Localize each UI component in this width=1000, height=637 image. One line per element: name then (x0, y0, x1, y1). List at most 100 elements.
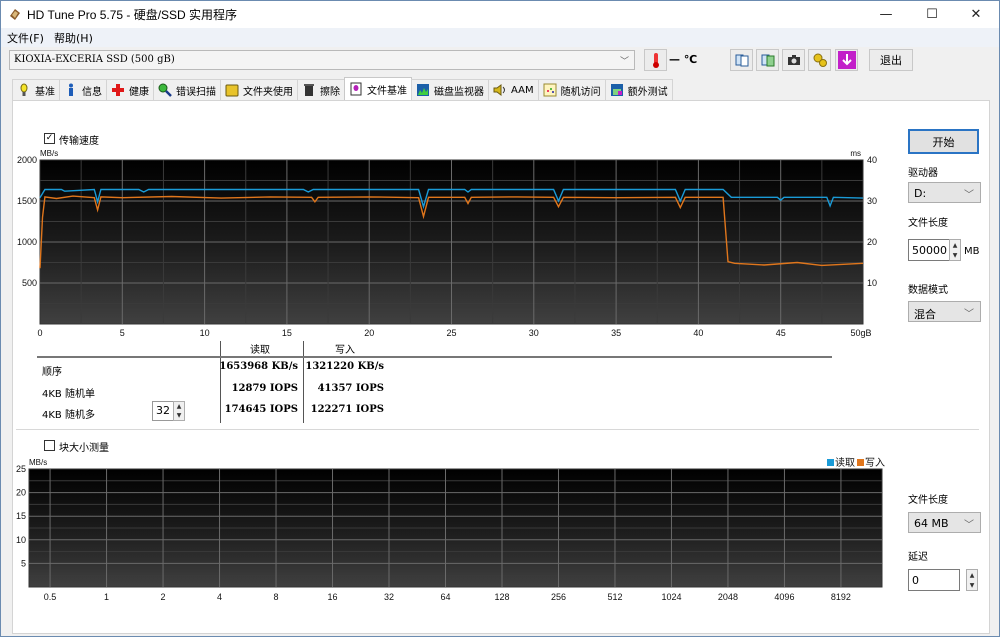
transfer-speed-chart-svg: MB/sms2000150010005004030201005101520253… (13, 101, 893, 341)
tab-benchmark[interactable]: 基准 (12, 79, 60, 100)
legend-write-label: 写入 (865, 457, 885, 469)
menu-file[interactable]: 文件(F) (7, 30, 44, 46)
y-tick-label: 20 (16, 488, 26, 498)
chevron-down-icon: ﹀ (964, 516, 974, 531)
x-tick-label: 64 (440, 592, 450, 602)
data-mode-dropdown[interactable]: 混合 ﹀ (908, 301, 981, 322)
y-tick-label: 15 (16, 511, 26, 521)
x-tick-label: 256 (551, 592, 566, 602)
chevron-down-icon: ﹀ (620, 54, 629, 67)
copy-text-button[interactable] (730, 49, 753, 71)
error-scan-icon (158, 83, 172, 97)
screenshot-button[interactable] (782, 49, 805, 71)
file-length-label: 文件长度 (908, 214, 948, 229)
y-tick-label: 10 (16, 535, 26, 545)
tab-label: 额外测试 (628, 83, 668, 98)
exit-button[interactable]: 退出 (869, 49, 913, 71)
tab-aam[interactable]: AAM (488, 79, 539, 100)
minimize-button[interactable]: — (863, 1, 909, 28)
tab-bar: 基准 信息 健康 错误扫描 文件夹使用 擦除 文件基准 磁盘监视器 (12, 79, 672, 101)
table-col-divider (303, 341, 304, 423)
maximize-button[interactable]: ☐ (909, 1, 955, 28)
y-tick-label: 500 (22, 278, 37, 288)
copy-screenshot-button[interactable] (756, 49, 779, 71)
chevron-down-icon: ﹀ (964, 186, 974, 201)
drive-dropdown-value: D: (914, 187, 926, 200)
table-col-divider (220, 341, 221, 423)
x-tick-label: 2048 (718, 592, 738, 602)
start-button[interactable]: 开始 (908, 129, 979, 154)
legend-read-swatch (827, 459, 834, 466)
copy-text-icon (735, 53, 749, 67)
y-axis-unit-label: MB/s (29, 458, 47, 467)
save-button[interactable] (835, 49, 858, 71)
block-size-chart-svg: 0.51248163264128256512102420484096819225… (13, 441, 893, 611)
tab-label: 文件夹使用 (243, 83, 293, 98)
x-tick-label: 20 (364, 328, 374, 338)
extra-tests-icon (610, 83, 624, 97)
tab-label: 信息 (82, 83, 102, 98)
x-tick-label: 10 (200, 328, 210, 338)
close-button[interactable]: ✕ (953, 1, 999, 28)
delay-input[interactable]: 0 (908, 569, 960, 591)
tab-label: 基准 (35, 83, 55, 98)
save-icon (838, 51, 856, 69)
transfer-speed-chart: MB/sms2000150010005004030201005101520253… (13, 101, 893, 341)
delay-stepper[interactable]: ▲▼ (966, 569, 978, 591)
x-tick-label: 40 (693, 328, 703, 338)
erase-icon (302, 83, 316, 97)
4kb-single-read-value: 12879 IOPS (232, 383, 298, 394)
tab-file-benchmark[interactable]: 文件基准 (344, 77, 412, 100)
menu-help[interactable]: 帮助(H) (54, 30, 93, 46)
tab-erase[interactable]: 擦除 (297, 79, 345, 100)
sequential-write-value: 1321220 KB/s (305, 361, 384, 372)
queue-depth-stepper[interactable]: ▲▼ (173, 401, 185, 421)
drive-label: 驱动器 (908, 164, 938, 179)
file-benchmark-icon (349, 82, 363, 96)
x-tick-label: 4 (217, 592, 222, 602)
drive-dropdown[interactable]: D: ﹀ (908, 182, 981, 203)
row-label-sequential: 顺序 (42, 363, 62, 378)
tab-random-access[interactable]: 随机访问 (538, 79, 606, 100)
queue-depth-input[interactable]: 32 (152, 401, 174, 421)
app-window: HD Tune Pro 5.75 - 硬盘/SSD 实用程序 — ☐ ✕ 文件(… (0, 0, 1000, 637)
tab-folder-usage[interactable]: 文件夹使用 (220, 79, 298, 100)
y-tick-label: 25 (16, 464, 26, 474)
title-bar: HD Tune Pro 5.75 - 硬盘/SSD 实用程序 — ☐ ✕ (1, 1, 999, 28)
x-tick-label: 5 (120, 328, 125, 338)
data-mode-label: 数据模式 (908, 281, 948, 296)
tab-label: 文件基准 (367, 82, 407, 97)
column-header-write: 写入 (335, 341, 355, 356)
block-file-length-dropdown[interactable]: 64 MB ﹀ (908, 512, 981, 533)
copy-screenshot-icon (761, 53, 775, 67)
tab-health[interactable]: 健康 (106, 79, 154, 100)
options-button[interactable] (808, 49, 831, 71)
tab-label: AAM (511, 85, 534, 96)
x-tick-label: 0 (37, 328, 42, 338)
speaker-icon (493, 83, 507, 97)
file-length-stepper[interactable]: ▲▼ (949, 239, 961, 261)
tab-disk-monitor[interactable]: 磁盘监视器 (411, 79, 489, 100)
temperature-button[interactable] (644, 49, 667, 71)
x-tick-label: 8192 (831, 592, 851, 602)
y-tick-label: 1000 (17, 237, 37, 247)
section-divider (16, 429, 979, 430)
file-benchmark-panel: ✓ 传输速度 MB/sms200015001000500403020100510… (12, 100, 990, 634)
thermometer-icon (652, 52, 660, 68)
y2-axis-unit-label: ms (850, 149, 861, 158)
tab-label: 随机访问 (561, 83, 601, 98)
x-tick-label: 16 (328, 592, 338, 602)
drive-select[interactable]: KIOXIA-EXCERIA SSD (500 gB) ﹀ (9, 50, 635, 70)
x-tick-label: 128 (494, 592, 509, 602)
row-label-4kb-multi: 4KB 随机多 (42, 406, 95, 421)
tab-error-scan[interactable]: 错误扫描 (153, 79, 221, 100)
block-file-length-value: 64 MB (914, 517, 949, 530)
window-title: HD Tune Pro 5.75 - 硬盘/SSD 实用程序 (27, 6, 237, 23)
tab-info[interactable]: 信息 (59, 79, 107, 100)
row-label-4kb-single: 4KB 随机单 (42, 385, 95, 400)
file-length-input[interactable]: 50000 (908, 239, 950, 261)
health-icon (111, 83, 125, 97)
random-access-icon (543, 83, 557, 97)
x-tick-label: 35 (611, 328, 621, 338)
tab-extra-tests[interactable]: 额外测试 (605, 79, 673, 100)
